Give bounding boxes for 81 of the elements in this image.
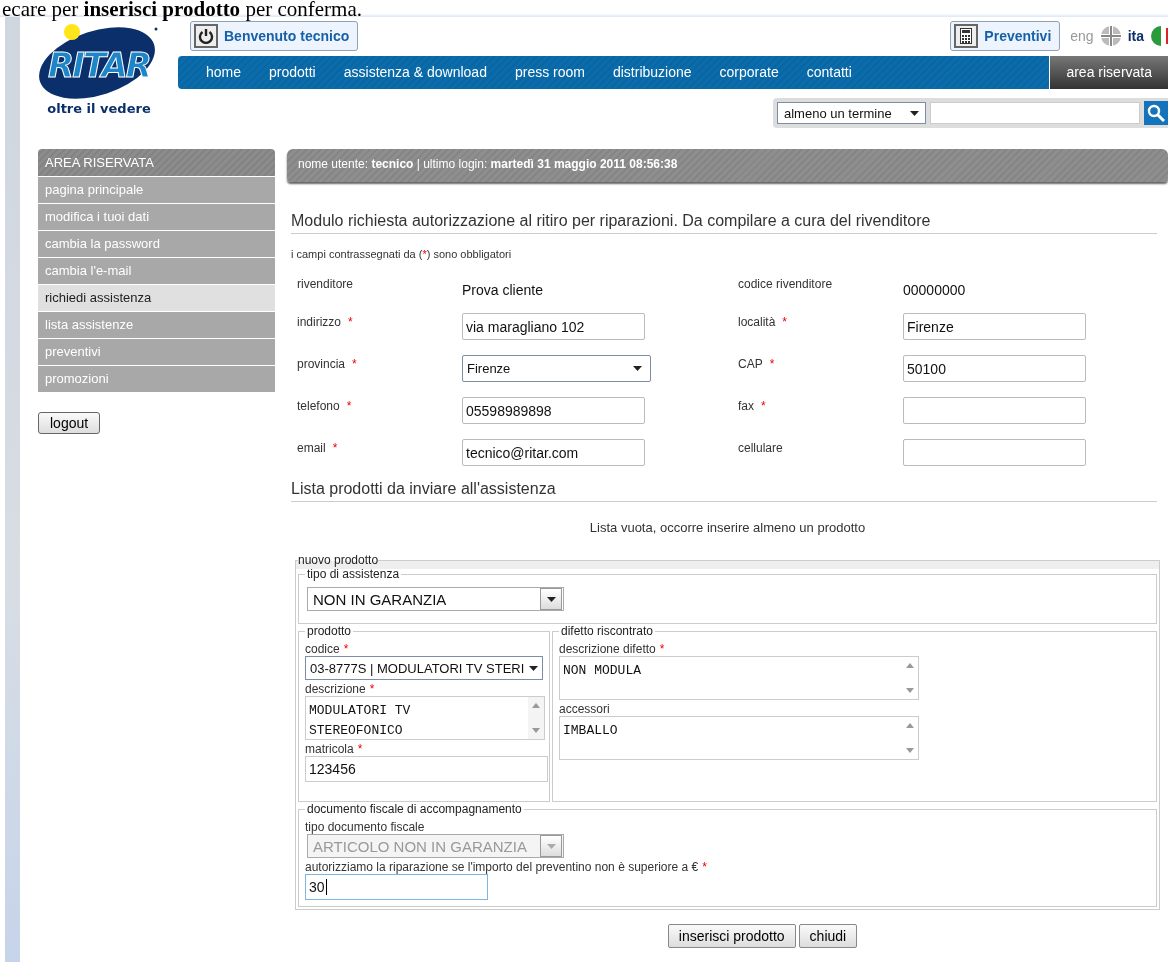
required-note: i campi contrassegnati da (*) sono obbligatori [291, 248, 513, 260]
section-legend: tipo di assistenza [305, 567, 402, 581]
nav-link[interactable]: home [192, 56, 256, 89]
quotes-button[interactable]: Preventivi [950, 21, 1061, 51]
search-mode-select[interactable]: almeno un termine [777, 102, 926, 124]
section-legend: nuovo prodotto [298, 553, 379, 567]
scroll-up-icon[interactable] [906, 663, 914, 668]
select-field[interactable]: 03-8777S | MODULATORI TV STERI [305, 656, 543, 680]
field-label: accessori [559, 702, 611, 716]
nav-link[interactable]: prodotti [255, 56, 330, 89]
field-label: descrizione * [305, 682, 376, 696]
field-value: Prova cliente [462, 281, 544, 298]
input-field[interactable]: tecnico@ritar.com [462, 439, 645, 466]
input-field[interactable]: 30 [305, 874, 488, 900]
search-icon [1147, 104, 1165, 122]
power-icon [194, 24, 218, 48]
field-label: fax * [738, 398, 767, 415]
form-button[interactable]: inserisci prodotto [667, 924, 796, 948]
sidebar-item[interactable]: richiedi assistenza [38, 285, 275, 311]
input-field[interactable]: 05598989898 [462, 397, 645, 424]
field-label: email * [297, 440, 339, 457]
flag-icon[interactable] [1099, 25, 1122, 47]
user-info-bar: nome utente: tecnico | ultimo login: martedì 31 maggio 2011 08:56:38 [287, 149, 1168, 182]
scroll-up-icon[interactable] [532, 703, 540, 708]
field-label: cellulare [738, 440, 784, 457]
nav-link[interactable]: distribuzione [598, 56, 706, 89]
dropdown-arrow-icon [546, 596, 556, 602]
select-field[interactable]: Firenze [462, 355, 651, 382]
field-label: località * [738, 314, 789, 331]
form-button[interactable]: chiudi [798, 924, 858, 948]
input-field[interactable] [903, 439, 1086, 466]
form-title: Modulo richiesta autorizzazione al ritiro per riparazioni. Da compilare a cura del rivenditore [291, 212, 1157, 234]
sidebar-title: AREA RISERVATA [38, 149, 275, 176]
field-label: descrizione difetto * [559, 642, 666, 656]
field-label: telefono * [297, 398, 353, 415]
dropdown-arrow-icon [910, 110, 919, 116]
nav-link[interactable]: corporate [705, 56, 793, 89]
empty-list-message: Lista vuota, occorre inserire almeno un prodotto [588, 520, 867, 535]
welcome-button[interactable]: Benvenuto tecnico [190, 21, 359, 51]
input-field[interactable]: via maragliano 102 [462, 313, 645, 340]
field-label: provincia * [297, 356, 358, 373]
input-field[interactable]: Firenze [903, 313, 1086, 340]
dropdown-arrow-icon [529, 665, 538, 671]
language-link[interactable]: ita [1127, 28, 1144, 44]
nav-link[interactable]: assistenza & download [329, 56, 501, 89]
scrollbar[interactable] [528, 697, 544, 739]
section-title: Lista prodotti da inviare all'assistenza [291, 480, 1157, 502]
input-field[interactable]: 50100 [903, 355, 1086, 382]
text-area[interactable]: MODULATORI TV STEREOFONICO [305, 696, 545, 740]
field-value: 00000000 [903, 281, 967, 298]
text-area[interactable]: NON MODULA [559, 656, 919, 700]
dropdown-arrow-icon [546, 843, 556, 849]
text-area[interactable]: IMBALLO [559, 716, 919, 760]
calculator-icon [954, 24, 979, 48]
section-legend: documento fiscale di accompagnamento [305, 802, 524, 816]
logout-button[interactable]: logout [38, 412, 101, 434]
nav-link[interactable]: area riservata [1049, 56, 1168, 89]
field-label: tipo documento fiscale [305, 820, 426, 834]
field-label: indirizzo * [297, 314, 354, 331]
section-legend: prodotto [305, 624, 354, 638]
flag-icon[interactable] [1150, 25, 1168, 47]
dropdown-arrow-icon [633, 366, 642, 371]
field-label: CAP * [738, 356, 776, 373]
field-label: codice rivenditore [738, 276, 834, 293]
scroll-up-icon[interactable] [906, 723, 914, 728]
select-field[interactable]: NON IN GARANZIA [307, 587, 564, 611]
input-field[interactable] [903, 397, 1086, 424]
nav-link[interactable]: press room [500, 56, 599, 89]
search-field[interactable] [930, 102, 1140, 124]
field-label: autorizziamo la riparazione se l'importo del preventino non è superiore a € * [305, 860, 708, 874]
field-label: codice * [305, 642, 350, 656]
input-field[interactable]: 123456 [305, 756, 548, 782]
logo-tagline: oltre il vedere [47, 101, 151, 116]
scroll-down-icon[interactable] [906, 688, 914, 693]
scroll-down-icon[interactable] [532, 728, 540, 733]
field-label: rivenditore [297, 276, 355, 293]
field-label: matricola * [305, 742, 364, 756]
search-button[interactable] [1144, 101, 1168, 125]
section-legend: difetto riscontrato [559, 624, 656, 638]
nav-link[interactable]: contatti [792, 56, 866, 89]
scroll-down-icon[interactable] [906, 748, 914, 753]
